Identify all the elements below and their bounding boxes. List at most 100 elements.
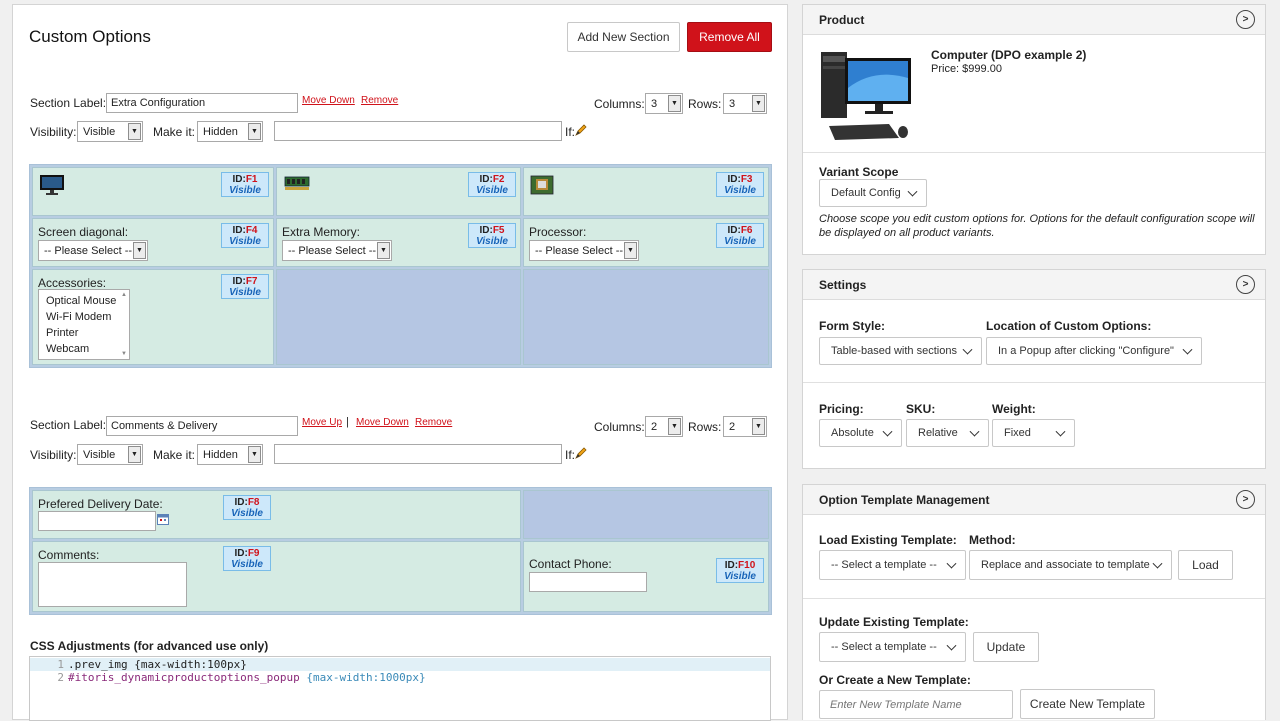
section-label-input[interactable]: Comments & Delivery <box>106 416 298 436</box>
option-cell-f1[interactable]: ID:F1 Visible <box>32 167 274 216</box>
section-label-caption: Section Label: <box>30 418 107 432</box>
update-template-button[interactable]: Update <box>973 632 1039 662</box>
chevron-right-icon[interactable]: > <box>1236 275 1255 294</box>
template-panel-header[interactable]: Option Template Management > <box>803 485 1265 515</box>
visibility-caption: Visibility: <box>30 125 77 139</box>
list-item[interactable]: Optical Mouse <box>39 293 129 309</box>
contact-phone-input[interactable] <box>529 572 647 592</box>
method-label: Method: <box>969 533 1016 547</box>
condition-input[interactable] <box>274 121 562 141</box>
option-cell-f10[interactable]: Contact Phone: ID:F10 Visible <box>523 541 769 612</box>
css-editor[interactable]: 1 .prev_img {max-width:100px} 2 #itoris_… <box>29 656 771 721</box>
chevron-right-icon[interactable]: > <box>1236 10 1255 29</box>
link-separator: | <box>346 416 349 428</box>
empty-cell[interactable] <box>276 269 521 365</box>
variant-scope-select[interactable]: Default Config <box>819 179 927 207</box>
option-id-badge: ID:F8 Visible <box>223 495 271 520</box>
option-cell-f5[interactable]: Extra Memory: -- Please Select -- ▼ ID:F5… <box>276 218 521 267</box>
list-item[interactable]: Webcam <box>39 341 129 357</box>
comments-textarea[interactable] <box>38 562 187 607</box>
chevron-right-icon[interactable]: > <box>1236 490 1255 509</box>
columns-caption: Columns: <box>594 97 645 111</box>
processor-select[interactable]: -- Please Select -- ▼ <box>529 240 639 261</box>
visibility-select[interactable]: Visible ▼ <box>77 121 143 142</box>
screen-diagonal-select[interactable]: -- Please Select -- ▼ <box>38 240 148 261</box>
move-down-link[interactable]: Move Down <box>302 95 355 106</box>
visibility-select[interactable]: Visible ▼ <box>77 444 143 465</box>
update-template-select[interactable]: -- Select a template -- <box>819 632 966 662</box>
columns-select[interactable]: 3 ▼ <box>645 93 683 114</box>
option-id-badge: ID:F5 Visible <box>468 223 516 248</box>
make-it-select[interactable]: Hidden ▼ <box>197 121 263 142</box>
remove-section-link[interactable]: Remove <box>415 417 452 428</box>
make-it-select[interactable]: Hidden ▼ <box>197 444 263 465</box>
load-template-select[interactable]: -- Select a template -- <box>819 550 966 580</box>
list-item[interactable]: Wi-Fi Modem <box>39 309 129 325</box>
location-select[interactable]: In a Popup after clicking "Configure" <box>986 337 1202 365</box>
settings-panel-header[interactable]: Settings > <box>803 270 1265 300</box>
pencil-icon[interactable] <box>574 446 588 460</box>
load-template-button[interactable]: Load <box>1178 550 1233 580</box>
scroll-up-icon[interactable]: ▲ <box>121 292 127 298</box>
code-line[interactable]: .prev_img {max-width:100px} <box>68 658 247 671</box>
weight-select[interactable]: Fixed <box>992 419 1075 447</box>
chevron-down-icon: ▼ <box>248 446 261 463</box>
extra-memory-select[interactable]: -- Please Select -- ▼ <box>282 240 392 261</box>
empty-cell[interactable] <box>523 269 769 365</box>
add-new-section-button[interactable]: Add New Section <box>567 22 680 52</box>
calendar-icon[interactable] <box>157 513 169 525</box>
section-label-input[interactable]: Extra Configuration <box>106 93 298 113</box>
move-down-link[interactable]: Move Down <box>356 417 409 428</box>
option-cell-f8[interactable]: Prefered Delivery Date: ID:F8 Visible <box>32 490 521 539</box>
weight-label: Weight: <box>992 402 1036 416</box>
option-cell-f6[interactable]: Processor: -- Please Select -- ▼ ID:F6 Vis… <box>523 218 769 267</box>
option-cell-f9[interactable]: Comments: ID:F9 Visible <box>32 541 521 612</box>
monitor-icon <box>40 175 64 195</box>
chevron-down-icon: ▼ <box>624 242 637 259</box>
remove-all-button[interactable]: Remove All <box>687 22 772 52</box>
option-cell-f4[interactable]: Screen diagonal: -- Please Select -- ▼ ID… <box>32 218 274 267</box>
chevron-down-icon: ▼ <box>668 95 681 112</box>
scroll-down-icon[interactable]: ▼ <box>121 351 127 357</box>
chevron-down-icon: ▼ <box>668 418 681 435</box>
line-number: 2 <box>57 671 64 684</box>
divider <box>803 152 1265 153</box>
remove-section-link[interactable]: Remove <box>361 95 398 106</box>
option-cell-f7[interactable]: Accessories: Optical Mouse Wi-Fi Modem P… <box>32 269 274 365</box>
columns-select[interactable]: 2 ▼ <box>645 416 683 437</box>
chevron-down-icon: ▼ <box>133 242 146 259</box>
css-adjustments-heading: CSS Adjustments (for advanced use only) <box>30 639 269 653</box>
location-label: Location of Custom Options: <box>986 319 1152 333</box>
option-cell-f2[interactable]: ID:F2 Visible <box>276 167 521 216</box>
move-up-link[interactable]: Move Up <box>302 417 342 428</box>
chevron-down-icon <box>969 426 980 437</box>
update-template-label: Update Existing Template: <box>819 615 969 629</box>
delivery-date-input[interactable] <box>38 511 156 531</box>
accessories-listbox[interactable]: Optical Mouse Wi-Fi Modem Printer Webcam… <box>38 289 130 360</box>
code-line[interactable]: #itoris_dynamicproductoptions_popup {max… <box>68 671 426 684</box>
rows-select[interactable]: 2 ▼ <box>723 416 767 437</box>
product-panel: Product > Computer (DPO example 2) Price:… <box>802 4 1266 255</box>
option-label: Prefered Delivery Date: <box>38 497 163 511</box>
rows-select[interactable]: 3 ▼ <box>723 93 767 114</box>
chevron-down-icon <box>1055 426 1066 437</box>
condition-input[interactable] <box>274 444 562 464</box>
form-style-select[interactable]: Table-based with sections <box>819 337 982 365</box>
list-item[interactable]: Printer <box>39 325 129 341</box>
sku-select[interactable]: Relative <box>906 419 989 447</box>
pricing-select[interactable]: Absolute <box>819 419 902 447</box>
option-cell-f3[interactable]: ID:F3 Visible <box>523 167 769 216</box>
section-2-grid: Prefered Delivery Date: ID:F8 Visible Com… <box>29 487 772 615</box>
product-panel-header[interactable]: Product > <box>803 5 1265 35</box>
new-template-name-input[interactable] <box>819 690 1013 719</box>
chevron-down-icon <box>946 640 957 651</box>
empty-cell[interactable] <box>523 490 769 539</box>
divider <box>803 382 1265 383</box>
chevron-down-icon: ▼ <box>248 123 261 140</box>
line-number: 1 <box>57 658 64 671</box>
method-select[interactable]: Replace and associate to template <box>969 550 1172 580</box>
variant-scope-label: Variant Scope <box>819 165 899 179</box>
create-new-template-button[interactable]: Create New Template <box>1020 689 1155 719</box>
option-label: Accessories: <box>38 276 107 290</box>
pencil-icon[interactable] <box>574 123 588 137</box>
